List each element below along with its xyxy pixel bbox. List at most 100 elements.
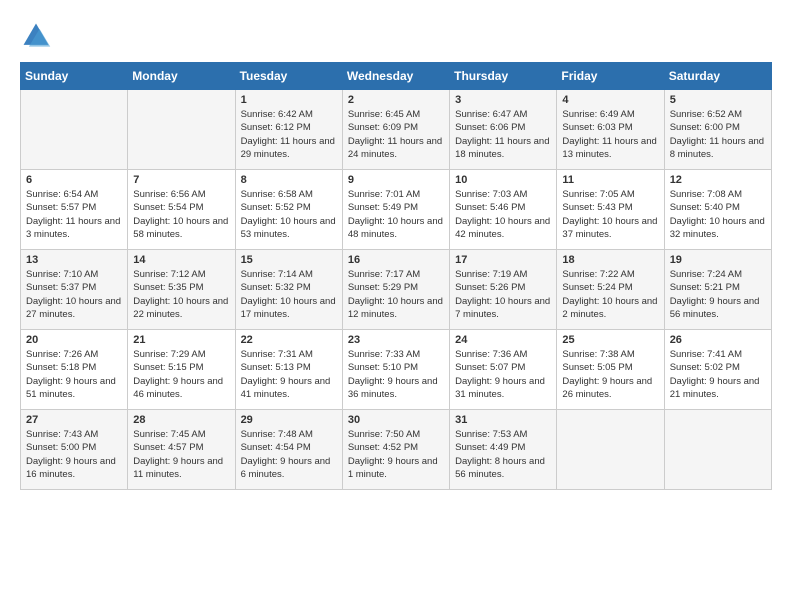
day-info: Sunrise: 6:47 AMSunset: 6:06 PMDaylight:… [455,108,551,161]
day-number: 29 [241,414,337,426]
day-number: 25 [562,334,658,346]
day-info: Sunrise: 7:48 AMSunset: 4:54 PMDaylight:… [241,428,337,481]
day-number: 24 [455,334,551,346]
calendar-week-row: 1Sunrise: 6:42 AMSunset: 6:12 PMDaylight… [21,90,772,170]
calendar-cell: 12 Sunrise: 7:08 AMSunset: 5:40 PMDayligh… [664,170,771,250]
day-number: 19 [670,254,766,266]
weekday-header-sunday: Sunday [21,63,128,90]
day-info: Sunrise: 7:01 AMSunset: 5:49 PMDaylight:… [348,188,444,241]
day-info: Sunrise: 7:17 AMSunset: 5:29 PMDaylight:… [348,268,444,321]
day-info: Sunrise: 7:38 AMSunset: 5:05 PMDaylight:… [562,348,658,401]
calendar-body: 1Sunrise: 6:42 AMSunset: 6:12 PMDaylight… [21,90,772,490]
day-info: Sunrise: 6:58 AMSunset: 5:52 PMDaylight:… [241,188,337,241]
day-info: Sunrise: 6:54 AMSunset: 5:57 PMDaylight:… [26,188,122,241]
calendar-week-row: 6 Sunrise: 6:54 AMSunset: 5:57 PMDaylight… [21,170,772,250]
day-info: Sunrise: 7:12 AMSunset: 5:35 PMDaylight:… [133,268,229,321]
day-number: 5 [670,94,766,106]
calendar-cell: 14 Sunrise: 7:12 AMSunset: 5:35 PMDayligh… [128,250,235,330]
calendar-cell: 16 Sunrise: 7:17 AMSunset: 5:29 PMDayligh… [342,250,449,330]
calendar-cell: 26 Sunrise: 7:41 AMSunset: 5:02 PMDayligh… [664,330,771,410]
calendar-cell: 8Sunrise: 6:58 AMSunset: 5:52 PMDaylight… [235,170,342,250]
calendar-cell: 21 Sunrise: 7:29 AMSunset: 5:15 PMDayligh… [128,330,235,410]
day-number: 23 [348,334,444,346]
calendar-cell: 20Sunrise: 7:26 AMSunset: 5:18 PMDayligh… [21,330,128,410]
day-number: 11 [562,174,658,186]
calendar-cell: 2 Sunrise: 6:45 AMSunset: 6:09 PMDaylight… [342,90,449,170]
day-info: Sunrise: 7:33 AMSunset: 5:10 PMDaylight:… [348,348,444,401]
day-info: Sunrise: 6:49 AMSunset: 6:03 PMDaylight:… [562,108,658,161]
day-info: Sunrise: 7:45 AMSunset: 4:57 PMDaylight:… [133,428,229,481]
calendar-cell: 19 Sunrise: 7:24 AMSunset: 5:21 PMDayligh… [664,250,771,330]
calendar-cell: 24Sunrise: 7:36 AMSunset: 5:07 PMDayligh… [450,330,557,410]
day-number: 17 [455,254,551,266]
calendar-table: SundayMondayTuesdayWednesdayThursdayFrid… [20,62,772,490]
day-number: 1 [241,94,337,106]
day-number: 27 [26,414,122,426]
day-number: 14 [133,254,229,266]
weekday-header-tuesday: Tuesday [235,63,342,90]
day-number: 2 [348,94,444,106]
day-number: 15 [241,254,337,266]
weekday-header-wednesday: Wednesday [342,63,449,90]
day-number: 16 [348,254,444,266]
calendar-cell: 27 Sunrise: 7:43 AMSunset: 5:00 PMDayligh… [21,410,128,490]
day-number: 18 [562,254,658,266]
calendar-cell: 30 Sunrise: 7:50 AMSunset: 4:52 PMDayligh… [342,410,449,490]
day-info: Sunrise: 7:24 AMSunset: 5:21 PMDaylight:… [670,268,766,321]
day-info: Sunrise: 7:22 AMSunset: 5:24 PMDaylight:… [562,268,658,321]
day-info: Sunrise: 7:10 AMSunset: 5:37 PMDaylight:… [26,268,122,321]
calendar-week-row: 20Sunrise: 7:26 AMSunset: 5:18 PMDayligh… [21,330,772,410]
weekday-header-thursday: Thursday [450,63,557,90]
calendar-cell: 17 Sunrise: 7:19 AMSunset: 5:26 PMDayligh… [450,250,557,330]
day-number: 26 [670,334,766,346]
day-number: 22 [241,334,337,346]
day-info: Sunrise: 7:31 AMSunset: 5:13 PMDaylight:… [241,348,337,401]
day-info: Sunrise: 6:45 AMSunset: 6:09 PMDaylight:… [348,108,444,161]
calendar-cell: 31Sunrise: 7:53 AMSunset: 4:49 PMDayligh… [450,410,557,490]
day-info: Sunrise: 7:26 AMSunset: 5:18 PMDaylight:… [26,348,122,401]
calendar-week-row: 27 Sunrise: 7:43 AMSunset: 5:00 PMDayligh… [21,410,772,490]
day-info: Sunrise: 7:41 AMSunset: 5:02 PMDaylight:… [670,348,766,401]
calendar-cell [21,90,128,170]
day-number: 13 [26,254,122,266]
day-info: Sunrise: 6:52 AMSunset: 6:00 PMDaylight:… [670,108,766,161]
calendar-cell [128,90,235,170]
day-number: 21 [133,334,229,346]
calendar-cell: 10 Sunrise: 7:03 AMSunset: 5:46 PMDayligh… [450,170,557,250]
day-number: 10 [455,174,551,186]
day-info: Sunrise: 7:08 AMSunset: 5:40 PMDaylight:… [670,188,766,241]
calendar-cell: 1Sunrise: 6:42 AMSunset: 6:12 PMDaylight… [235,90,342,170]
calendar-cell [557,410,664,490]
day-info: Sunrise: 7:43 AMSunset: 5:00 PMDaylight:… [26,428,122,481]
day-number: 6 [26,174,122,186]
calendar-cell: 18 Sunrise: 7:22 AMSunset: 5:24 PMDayligh… [557,250,664,330]
day-number: 9 [348,174,444,186]
calendar-cell: 13 Sunrise: 7:10 AMSunset: 5:37 PMDayligh… [21,250,128,330]
day-info: Sunrise: 7:29 AMSunset: 5:15 PMDaylight:… [133,348,229,401]
calendar-week-row: 13 Sunrise: 7:10 AMSunset: 5:37 PMDayligh… [21,250,772,330]
day-info: Sunrise: 7:50 AMSunset: 4:52 PMDaylight:… [348,428,444,481]
calendar-header: SundayMondayTuesdayWednesdayThursdayFrid… [21,63,772,90]
calendar-cell: 15Sunrise: 7:14 AMSunset: 5:32 PMDayligh… [235,250,342,330]
calendar-cell: 28Sunrise: 7:45 AMSunset: 4:57 PMDayligh… [128,410,235,490]
day-info: Sunrise: 7:03 AMSunset: 5:46 PMDaylight:… [455,188,551,241]
calendar-cell: 25 Sunrise: 7:38 AMSunset: 5:05 PMDayligh… [557,330,664,410]
weekday-header-saturday: Saturday [664,63,771,90]
calendar-cell: 29 Sunrise: 7:48 AMSunset: 4:54 PMDayligh… [235,410,342,490]
weekday-header-friday: Friday [557,63,664,90]
calendar-cell: 3 Sunrise: 6:47 AMSunset: 6:06 PMDaylight… [450,90,557,170]
weekday-header-monday: Monday [128,63,235,90]
calendar-cell [664,410,771,490]
logo [20,20,58,52]
calendar-cell: 5 Sunrise: 6:52 AMSunset: 6:00 PMDaylight… [664,90,771,170]
calendar-cell: 23 Sunrise: 7:33 AMSunset: 5:10 PMDayligh… [342,330,449,410]
day-number: 7 [133,174,229,186]
weekday-header-row: SundayMondayTuesdayWednesdayThursdayFrid… [21,63,772,90]
day-info: Sunrise: 7:19 AMSunset: 5:26 PMDaylight:… [455,268,551,321]
day-number: 3 [455,94,551,106]
logo-icon [20,20,52,52]
calendar-cell: 22 Sunrise: 7:31 AMSunset: 5:13 PMDayligh… [235,330,342,410]
day-number: 12 [670,174,766,186]
day-number: 30 [348,414,444,426]
calendar-cell: 7Sunrise: 6:56 AMSunset: 5:54 PMDaylight… [128,170,235,250]
